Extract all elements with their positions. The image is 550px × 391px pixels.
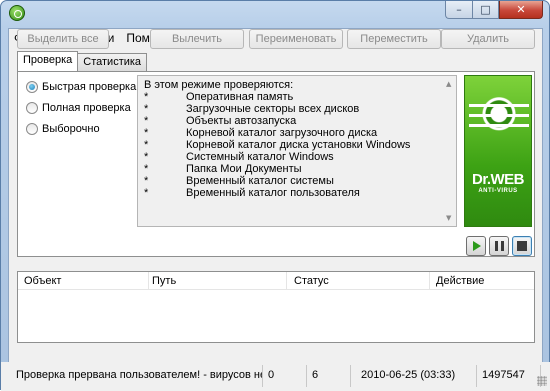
description-item: * Загрузочные секторы всех дисков: [144, 103, 360, 115]
description-scrollbar[interactable]: ▲ ▼: [444, 76, 456, 226]
description-item: * Оперативная память: [144, 91, 294, 103]
description-item: * Папка Мои Документы: [144, 163, 302, 175]
move-button[interactable]: Переместить: [347, 29, 441, 49]
results-header: Объект Путь Статус Действие: [18, 272, 534, 290]
column-action[interactable]: Действие: [436, 275, 484, 287]
status-viruses: 0: [263, 365, 307, 387]
resize-grip-icon[interactable]: [537, 376, 547, 386]
radio-label: Полная проверка: [42, 102, 131, 114]
client-area: Файл Настройки Помощь Проверка Статистик…: [8, 28, 543, 385]
close-button[interactable]: ✕: [499, 1, 543, 19]
scroll-up-icon[interactable]: ▲: [446, 78, 451, 90]
scan-controls: [466, 236, 535, 256]
status-count: 6: [307, 365, 351, 387]
results-table[interactable]: Объект Путь Статус Действие: [17, 271, 535, 343]
radio-button-icon: [26, 102, 38, 114]
pause-icon: [494, 241, 504, 251]
minimize-button[interactable]: –: [445, 1, 472, 19]
column-object[interactable]: Объект: [24, 275, 61, 287]
caption-buttons: – □ ✕: [445, 1, 543, 19]
status-records: 1497547: [477, 365, 541, 387]
column-divider[interactable]: [286, 272, 287, 290]
tab-strip: Проверка Статистика: [17, 51, 148, 71]
column-divider[interactable]: [429, 272, 430, 290]
description-item: * Корневой каталог загрузочного диска: [144, 127, 378, 139]
description-header: В этом режиме проверяются:: [144, 79, 294, 91]
radio-button-icon: [26, 81, 38, 93]
logo-title: Dr.WEB: [471, 171, 525, 188]
description-item: * Временный каталог системы: [144, 175, 334, 187]
status-datetime: 2010-06-25 (03:33): [351, 365, 477, 387]
main-window: – □ ✕ Файл Настройки Помощь Проверка Ста…: [0, 0, 550, 391]
stop-scan-button[interactable]: [512, 236, 532, 256]
column-status[interactable]: Статус: [294, 275, 329, 287]
tab-scan[interactable]: Проверка: [17, 51, 79, 71]
description-item: * Временный каталог пользователя: [144, 187, 360, 199]
status-bar: Проверка прервана пользователем! - вирус…: [1, 362, 550, 391]
play-icon: [473, 241, 481, 251]
delete-button[interactable]: Удалить: [441, 29, 535, 49]
rename-button[interactable]: Переименовать: [249, 29, 343, 49]
select-all-button[interactable]: Выделить все: [17, 29, 109, 49]
title-bar[interactable]: – □ ✕: [1, 1, 549, 27]
pause-scan-button[interactable]: [489, 236, 509, 256]
start-scan-button[interactable]: [466, 236, 486, 256]
cure-button[interactable]: Вылечить: [150, 29, 244, 49]
scroll-down-icon[interactable]: ▼: [446, 212, 451, 224]
spider-icon: [469, 94, 529, 138]
scan-panel: Быстрая проверка Полная проверка Выбороч…: [17, 71, 535, 257]
radio-label: Выборочно: [42, 123, 100, 135]
radio-full-scan[interactable]: Полная проверка: [26, 102, 131, 114]
drweb-logo: Dr.WEB ANTI-VIRUS: [464, 75, 532, 227]
radio-custom-scan[interactable]: Выборочно: [26, 123, 100, 135]
radio-button-icon: [26, 123, 38, 135]
radio-quick-scan[interactable]: Быстрая проверка: [26, 81, 136, 93]
stop-icon: [517, 241, 527, 251]
tab-statistics[interactable]: Статистика: [77, 53, 148, 71]
scan-description: В этом режиме проверяются: * Оперативная …: [137, 75, 457, 227]
app-icon: [9, 5, 25, 21]
logo-subtitle: ANTI-VIRUS: [478, 188, 518, 194]
column-divider[interactable]: [148, 272, 149, 290]
description-item: * Корневой каталог диска установки Window…: [144, 139, 411, 151]
description-item: * Системный каталог Windows: [144, 151, 334, 163]
column-path[interactable]: Путь: [152, 275, 176, 287]
status-message: Проверка прервана пользователем! - вирус…: [11, 365, 263, 387]
maximize-button[interactable]: □: [472, 1, 499, 19]
radio-label: Быстрая проверка: [42, 81, 137, 93]
description-item: * Объекты автозапуска: [144, 115, 297, 127]
